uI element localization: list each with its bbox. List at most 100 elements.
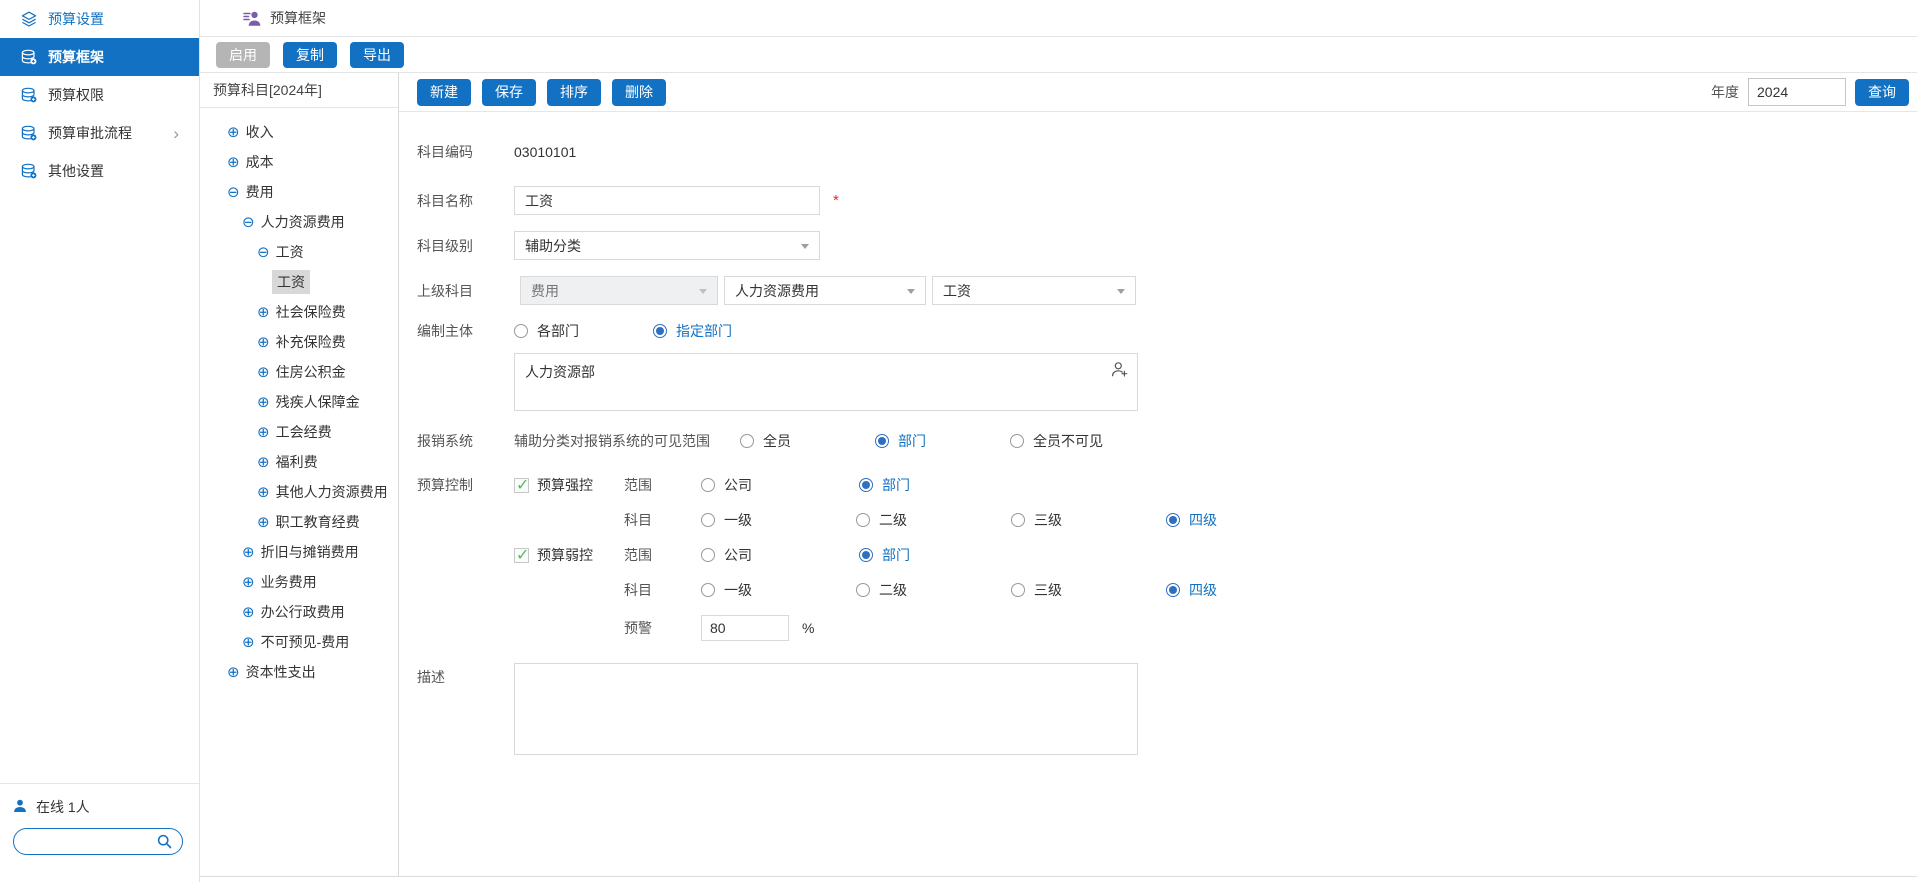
tree-node-label: 折旧与摊销费用 [261, 542, 359, 562]
expand-icon[interactable]: ⊕ [242, 605, 255, 620]
new-button[interactable]: 新建 [417, 79, 471, 106]
radio-option-label: 四级 [1189, 510, 1217, 530]
subject-code-value: 03010101 [514, 144, 576, 160]
sidebar-item-预算框架[interactable]: 预算框架 [0, 38, 199, 76]
radio-option-三级[interactable]: 三级 [1011, 510, 1166, 530]
strong-subject-label: 科目 [624, 510, 701, 530]
radio-option-指定部门[interactable]: 指定部门 [653, 321, 792, 341]
tree-node-社会保险费[interactable]: ⊕社会保险费 [200, 297, 398, 327]
subject-level-select[interactable]: 辅助分类 [514, 231, 820, 260]
expand-icon[interactable]: ⊕ [257, 425, 270, 440]
query-button[interactable]: 查询 [1855, 79, 1909, 106]
subject-code-row: 科目编码 03010101 [417, 142, 1917, 162]
expand-icon[interactable]: ⊕ [227, 665, 240, 680]
owner-radio-group: 各部门指定部门 [514, 321, 792, 341]
radio-option-公司[interactable]: 公司 [701, 475, 859, 495]
collapse-icon[interactable]: ⊖ [257, 245, 270, 260]
tree-node-成本[interactable]: ⊕成本 [200, 147, 398, 177]
save-button[interactable]: 保存 [482, 79, 536, 106]
tree-node-不可预见-费用[interactable]: ⊕不可预见-费用 [200, 627, 398, 657]
parent-level2-select[interactable]: 人力资源费用 [724, 276, 926, 305]
radio-option-部门[interactable]: 部门 [875, 431, 1010, 451]
year-input[interactable] [1748, 78, 1846, 106]
subject-name-input[interactable] [514, 186, 820, 215]
radio-option-二级[interactable]: 二级 [856, 510, 1011, 530]
tree-node-label: 资本性支出 [246, 662, 316, 682]
tree-node-福利费[interactable]: ⊕福利费 [200, 447, 398, 477]
delete-button[interactable]: 删除 [612, 79, 666, 106]
tree-node-工资[interactable]: 工资 [200, 267, 398, 297]
radio-option-四级[interactable]: 四级 [1166, 510, 1321, 530]
sidebar-item-预算权限[interactable]: 预算权限 [0, 76, 199, 114]
tree-node-资本性支出[interactable]: ⊕ 资本性支出 [200, 657, 398, 687]
tree-node-工资[interactable]: ⊖工资 [200, 237, 398, 267]
tree-node-费用[interactable]: ⊖费用 [200, 177, 398, 207]
tree-node-职工教育经费[interactable]: ⊕职工教育经费 [200, 507, 398, 537]
tree-node-label: 业务费用 [261, 572, 317, 592]
sidebar-item-其他设置[interactable]: 其他设置 [0, 152, 199, 190]
module-person-icon [242, 9, 261, 28]
radio-option-label: 公司 [724, 475, 752, 495]
subject-tree: ⊕收入⊕成本⊖费用⊖人力资源费用⊖工资工资⊕社会保险费⊕补充保险费⊕住房公积金⊕… [200, 108, 398, 687]
radio-option-一级[interactable]: 一级 [701, 580, 856, 600]
expand-icon[interactable]: ⊕ [227, 125, 240, 140]
radio-option-一级[interactable]: 一级 [701, 510, 856, 530]
sidebar-item-预算审批流程[interactable]: 预算审批流程› [0, 114, 199, 152]
export-button[interactable]: 导出 [350, 42, 404, 68]
tree-node-人力资源费用[interactable]: ⊖人力资源费用 [200, 207, 398, 237]
tree-node-其他人力资源费用[interactable]: ⊕ 其他人力资源费用 [200, 477, 398, 507]
parent-level3-value: 工资 [943, 281, 971, 301]
warning-threshold-input[interactable] [701, 615, 789, 641]
radio-option-四级[interactable]: 四级 [1166, 580, 1321, 600]
radio-option-三级[interactable]: 三级 [1011, 580, 1166, 600]
sidebar-menu: 预算设置 预算框架 预算权限 预算审批流程› 其他设置 [0, 0, 199, 190]
coin-stack-icon [20, 49, 37, 66]
expand-icon[interactable]: ⊕ [257, 305, 270, 320]
department-member-box[interactable]: 人力资源部 [514, 353, 1138, 411]
owner-label: 编制主体 [417, 321, 514, 341]
expand-icon[interactable]: ⊕ [257, 485, 270, 500]
budget-control-label: 预算控制 [417, 475, 514, 495]
expand-icon[interactable]: ⊕ [257, 455, 270, 470]
expand-icon[interactable]: ⊕ [242, 575, 255, 590]
parent-level3-select[interactable]: 工资 [932, 276, 1136, 305]
radio-option-label: 部门 [882, 475, 910, 495]
radio-option-二级[interactable]: 二级 [856, 580, 1011, 600]
tree-node-补充保险费[interactable]: ⊕ 补充保险费 [200, 327, 398, 357]
tree-node-办公行政费用[interactable]: ⊕办公行政费用 [200, 597, 398, 627]
tree-node-收入[interactable]: ⊕收入 [200, 117, 398, 147]
sidebar-item-预算设置[interactable]: 预算设置 [0, 0, 199, 38]
radio-option-各部门[interactable]: 各部门 [514, 321, 653, 341]
expand-icon[interactable]: ⊕ [257, 515, 270, 530]
radio-option-公司[interactable]: 公司 [701, 545, 859, 565]
strong-control-checkbox[interactable]: ✓ [514, 478, 529, 493]
radio-option-label: 全员不可见 [1033, 431, 1103, 451]
tree-node-label: 补充保险费 [276, 332, 346, 352]
caret-down-icon [801, 244, 809, 253]
enable-button[interactable]: 启用 [216, 42, 270, 68]
tree-node-折旧与摊销费用[interactable]: ⊕ 折旧与摊销费用 [200, 537, 398, 567]
expand-icon[interactable]: ⊕ [257, 365, 270, 380]
tree-node-残疾人保障金[interactable]: ⊕残疾人保障金 [200, 387, 398, 417]
weak-control-checkbox[interactable]: ✓ [514, 548, 529, 563]
tree-node-业务费用[interactable]: ⊕ 业务费用 [200, 567, 398, 597]
collapse-icon[interactable]: ⊖ [227, 185, 240, 200]
copy-button[interactable]: 复制 [283, 42, 337, 68]
expand-icon[interactable]: ⊕ [242, 635, 255, 650]
radio-option-全员[interactable]: 全员 [740, 431, 875, 451]
search-icon[interactable] [157, 834, 172, 849]
expand-icon[interactable]: ⊕ [242, 545, 255, 560]
collapse-icon[interactable]: ⊖ [242, 215, 255, 230]
expand-icon[interactable]: ⊕ [227, 155, 240, 170]
add-person-icon[interactable] [1111, 361, 1128, 378]
radio-option-部门[interactable]: 部门 [859, 545, 1017, 565]
expand-icon[interactable]: ⊕ [257, 395, 270, 410]
tree-node-工会经费[interactable]: ⊕工会经费 [200, 417, 398, 447]
radio-option-部门[interactable]: 部门 [859, 475, 1017, 495]
radio-option-全员不可见[interactable]: 全员不可见 [1010, 431, 1145, 451]
sort-button[interactable]: 排序 [547, 79, 601, 106]
description-textarea[interactable] [514, 663, 1138, 755]
expand-icon[interactable]: ⊕ [257, 335, 270, 350]
tree-node-label: 其他人力资源费用 [276, 482, 388, 502]
tree-node-住房公积金[interactable]: ⊕住房公积金 [200, 357, 398, 387]
